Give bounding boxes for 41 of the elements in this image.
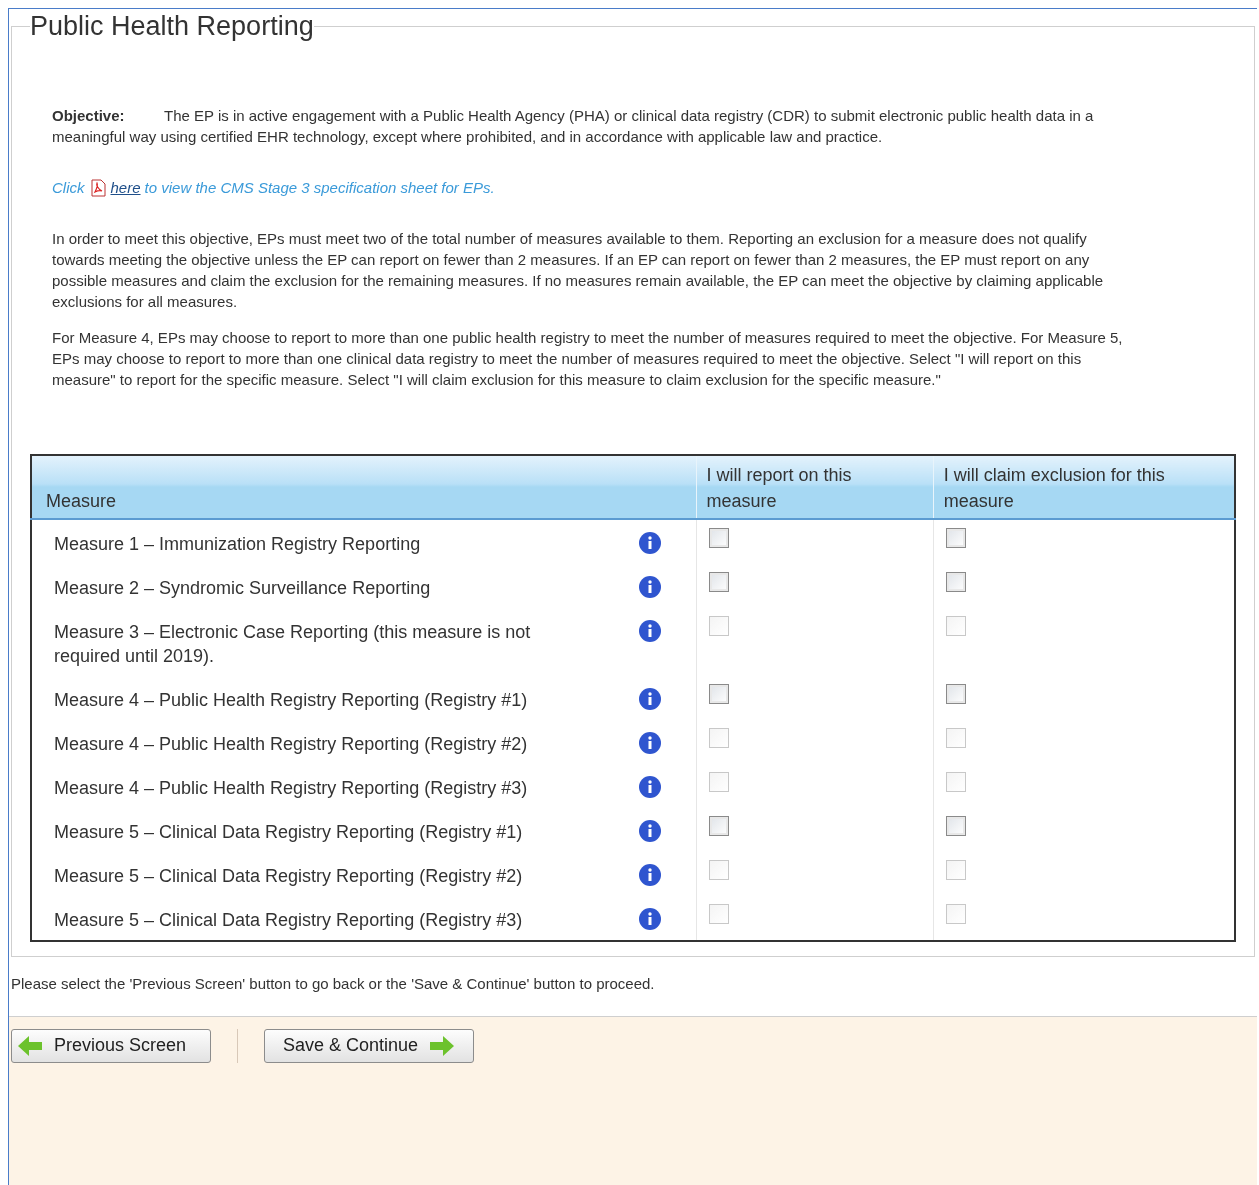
previous-button[interactable]: Previous Screen bbox=[11, 1028, 211, 1063]
checkbox[interactable] bbox=[945, 572, 966, 592]
instruction-paragraph: In order to meet this objective, EPs must meet two of the total number of measures available to them. Reporting an exclusion for a measure does not qualify towards meeting the objective unless the EP can report on fewer than 2 measures. If an EP can report on fewer than 2 measures, the EP must report on any possible measures and claim the exclusion for the remaining measures. If no measures remain available, the EP can meet the objective by claiming applicable exclusions for all measures. bbox=[52, 229, 1105, 312]
link-suffix-text: to view the CMS Stage 3 specification sheet for EPs. bbox=[144, 178, 495, 198]
measure-name: Measure 5 – Clinical Data Registry Reporting (Registry #2) bbox=[54, 865, 524, 888]
checkbox[interactable] bbox=[945, 528, 966, 548]
pdf-icon bbox=[88, 178, 107, 197]
checkbox[interactable] bbox=[945, 816, 966, 836]
objective-text: Objective: The EP is in active engagement with a Public Health Agency (PHA) or clinical data registry (CDR) to submit electronic public health data in a meaningful way using certified EHR technology, except where prohibited, and in accordance with applicable law and practice. bbox=[52, 106, 1095, 147]
column-header: Measure bbox=[31, 455, 696, 519]
checkbox[interactable] bbox=[708, 572, 729, 592]
column-header: I will claim exclusion for this measure bbox=[933, 455, 1235, 519]
section-title: Public Health Reporting bbox=[30, 10, 314, 43]
link-prefix-text: Click bbox=[52, 178, 85, 198]
measure-name: Measure 5 – Clinical Data Registry Reporting (Registry #1) bbox=[54, 821, 524, 844]
instruction-text: Please select the 'Previous Screen' button to go back or the 'Save & Continue' button to proceed. bbox=[10, 974, 656, 994]
measure-name: Measure 4 – Public Health Registry Reporting (Registry #3) bbox=[54, 777, 529, 800]
info-icon[interactable] bbox=[637, 819, 662, 843]
column-header: I will report on this measure bbox=[696, 455, 934, 519]
checkbox[interactable] bbox=[945, 684, 966, 704]
info-icon[interactable] bbox=[637, 619, 662, 643]
measure-name: Measure 3 – Electronic Case Reporting (this measure is not required until 2019). bbox=[54, 621, 532, 668]
checkbox[interactable] bbox=[708, 684, 729, 704]
left-arrow-icon bbox=[16, 1033, 44, 1058]
measure-name: Measure 2 – Syndromic Surveillance Reporting bbox=[54, 577, 432, 600]
instruction-paragraph: For Measure 4, EPs may choose to report to more than one public health registry to meet the number of measures required to meet the objective. For Measure 5, EPs may choose to report to more than one clinical data registry to meet the number of measures required to meet the objective. Select "I will report on this measure" to report for the specific measure. Select "I will claim exclusion for this measure to claim exclusion for the specific measure." bbox=[52, 328, 1124, 390]
save-continue-button[interactable]: Save & Continue bbox=[264, 1028, 474, 1063]
info-icon[interactable] bbox=[637, 531, 662, 555]
info-icon[interactable] bbox=[637, 775, 662, 799]
info-icon[interactable] bbox=[637, 731, 662, 755]
info-icon[interactable] bbox=[637, 687, 662, 711]
measure-name: Measure 5 – Clinical Data Registry Reporting (Registry #3) bbox=[54, 909, 524, 932]
measure-name: Measure 1 – Immunization Registry Reporting bbox=[54, 533, 422, 556]
info-icon[interactable] bbox=[637, 575, 662, 599]
measure-name: Measure 4 – Public Health Registry Reporting (Registry #1) bbox=[54, 689, 529, 712]
checkbox[interactable] bbox=[708, 816, 729, 836]
info-icon[interactable] bbox=[637, 907, 662, 931]
checkbox[interactable] bbox=[708, 528, 729, 548]
info-icon[interactable] bbox=[637, 863, 662, 887]
measure-name: Measure 4 – Public Health Registry Reporting (Registry #2) bbox=[54, 733, 529, 756]
here-link[interactable]: here bbox=[110, 177, 141, 198]
